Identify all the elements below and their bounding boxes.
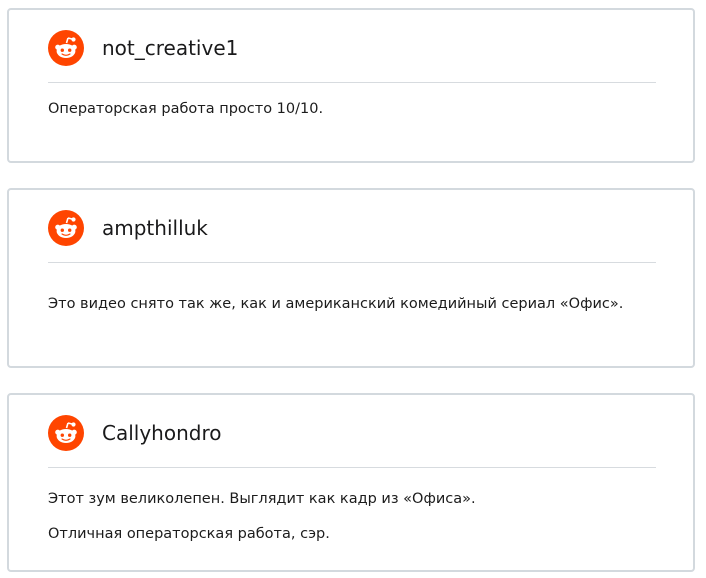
comment-header: ampthilluk <box>48 210 656 263</box>
comment-text: Это видео снято так же, как и американск… <box>48 296 624 312</box>
username[interactable]: ampthilluk <box>102 215 208 241</box>
comment-header: Callyhondro <box>48 415 656 468</box>
comment-card: ampthilluk Это видео снято так же, как и… <box>7 188 695 368</box>
comment-card: Callyhondro Этот зум великолепен. Выгляд… <box>7 393 695 572</box>
username[interactable]: not_creative1 <box>102 35 238 61</box>
reddit-snoo-icon[interactable] <box>48 210 84 246</box>
reddit-snoo-icon[interactable] <box>48 415 84 451</box>
comment-text: Операторская работа просто 10/10. <box>48 101 324 117</box>
comment-header: not_creative1 <box>48 30 656 83</box>
comment-text: Этот зум великолепен. Выглядит как кадр … <box>48 491 476 507</box>
comment-text: Отличная операторская работа, сэр. <box>48 526 330 542</box>
username[interactable]: Callyhondro <box>102 420 221 446</box>
comment-card: not_creative1 Операторская работа просто… <box>7 8 695 163</box>
reddit-snoo-icon[interactable] <box>48 30 84 66</box>
